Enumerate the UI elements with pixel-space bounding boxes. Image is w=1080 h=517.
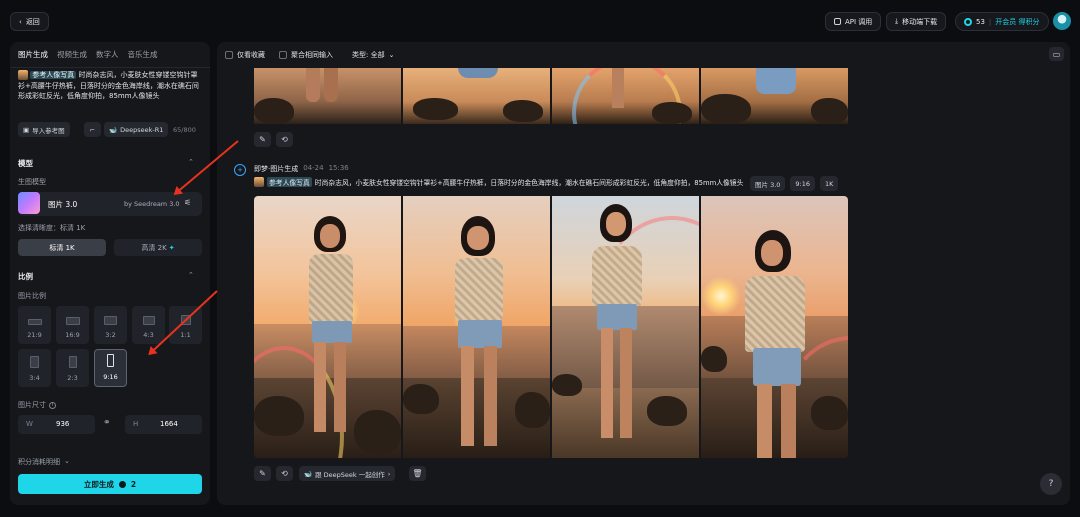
result-image[interactable] xyxy=(254,68,401,124)
ratio-section-title: 比例 xyxy=(18,272,33,281)
model-name: 图片 3.0 xyxy=(48,200,78,209)
char-counter: 65/800 xyxy=(173,126,196,134)
reference-tag: 参考人像写真 xyxy=(30,71,77,79)
model-section-title: 模型 xyxy=(18,159,33,168)
credit-coin-icon xyxy=(118,480,126,488)
sparkle-icon: ✦ xyxy=(168,243,175,252)
edit-icon[interactable]: ✎ xyxy=(254,132,271,147)
chevron-left-icon: ‹ xyxy=(19,17,22,26)
tab-image-generate[interactable]: 图片生成 xyxy=(18,49,48,60)
chevron-up-icon[interactable]: ⌃ xyxy=(188,158,194,166)
ratio-option-3-2[interactable]: 3:2 xyxy=(94,306,127,344)
ratio-3-2-icon xyxy=(104,316,117,325)
reference-thumbnail xyxy=(18,70,28,80)
ratio-option-21-9[interactable]: 21:9 xyxy=(18,306,51,344)
result-image[interactable] xyxy=(701,68,848,124)
api-button[interactable]: API 调用 xyxy=(825,12,882,31)
ratio-9-16-icon xyxy=(107,354,114,367)
record-tags: 图片 3.0 9:16 1K xyxy=(750,176,839,191)
clarity-standard-button[interactable]: 标清 1K xyxy=(18,239,106,256)
size-label: 图片尺寸 i xyxy=(18,400,56,410)
tab-video-generate[interactable]: 视频生成 xyxy=(57,49,87,60)
import-reference-button[interactable]: ▣ 导入参考图 xyxy=(18,122,70,137)
chevron-down-icon: ⌄ xyxy=(64,457,70,465)
ratio-4-3-icon xyxy=(142,316,155,325)
jimeng-logo-icon: + xyxy=(234,164,246,176)
results-panel: 仅看收藏 聚合相同输入 类型: 全部 ⌄ ▭ ✎ ⟲ + 即梦·图片生成 04-… xyxy=(217,42,1070,505)
checkbox[interactable] xyxy=(225,51,233,59)
regenerate-icon[interactable]: ⟲ xyxy=(276,466,293,481)
ratio-option-4-3[interactable]: 4:3 xyxy=(132,306,165,344)
ratio-option-3-4[interactable]: 3:4 xyxy=(18,349,51,387)
chevron-down-icon: ⌄ xyxy=(388,51,395,59)
record-meta: 即梦·图片生成 04-24 15:36 xyxy=(254,164,349,173)
ratio-subtitle: 图片比例 xyxy=(18,292,46,300)
model-provider: by Seedream 3.0 xyxy=(124,200,180,208)
clarity-label: 选择清晰度：标清 1K xyxy=(18,224,86,232)
resolution-tag: 1K xyxy=(820,176,839,191)
api-icon xyxy=(834,18,841,25)
ratio-option-1-1[interactable]: 1:1 xyxy=(169,306,202,344)
only-favorites-filter[interactable]: 仅看收藏 xyxy=(225,50,265,60)
left-panel: 图片生成 视频生成 数字人 音乐生成 参考人像写真 时尚杂志风，小麦肤女性穿镂空… xyxy=(10,42,210,505)
height-input[interactable]: H 1664 xyxy=(125,415,202,434)
result-image[interactable] xyxy=(552,68,699,124)
ratio-tag: 9:16 xyxy=(790,176,816,191)
deepseek-icon: 🐋 xyxy=(109,125,118,134)
edit-icon[interactable]: ✎ xyxy=(254,466,271,481)
link-icon[interactable]: ⚭ xyxy=(103,418,111,428)
deepseek-icon: 🐋 xyxy=(304,469,313,478)
ratio-3-4-icon xyxy=(30,356,39,368)
delete-icon[interactable]: 🗑 xyxy=(409,466,426,481)
tab-digital-human[interactable]: 数字人 xyxy=(96,49,119,60)
ratio-21-9-icon xyxy=(27,319,42,325)
style-button[interactable]: ⌐ xyxy=(84,122,101,137)
model-subtitle: 生图模型 xyxy=(18,178,46,186)
result-image[interactable] xyxy=(701,196,848,458)
model-tag: 图片 3.0 xyxy=(750,176,786,191)
back-button[interactable]: ‹ 返回 xyxy=(10,12,49,31)
checkbox[interactable] xyxy=(279,51,287,59)
result-image[interactable] xyxy=(552,196,699,458)
folder-icon[interactable]: ▭ xyxy=(1049,47,1064,61)
mobile-download-button[interactable]: ⤓ 移动端下载 xyxy=(886,12,947,31)
download-icon: ⤓ xyxy=(895,17,899,25)
type-filter-dropdown[interactable]: 类型: 全部 ⌄ xyxy=(352,50,394,60)
ratio-option-9-16[interactable]: 9:16 xyxy=(94,349,127,387)
deepseek-button[interactable]: 🐋 Deepseek-R1 xyxy=(104,122,169,137)
reference-thumbnail xyxy=(254,177,264,187)
previous-image-row xyxy=(254,68,848,124)
ratio-2-3-icon xyxy=(68,356,77,368)
deepseek-create-button[interactable]: 🐋 跟 DeepSeek 一起创作 › xyxy=(299,466,396,481)
style-icon: ⌐ xyxy=(89,125,96,134)
clarity-high-button[interactable]: 高清 2K ✦ xyxy=(114,239,202,256)
result-image[interactable] xyxy=(254,196,401,458)
result-image[interactable] xyxy=(403,68,550,124)
width-input[interactable]: W 936 xyxy=(18,415,95,434)
ratio-16-9-icon xyxy=(65,317,80,325)
ratio-option-2-3[interactable]: 2:3 xyxy=(56,349,89,387)
regenerate-icon[interactable]: ⟲ xyxy=(276,132,293,147)
chevron-right-icon: › xyxy=(387,469,391,478)
mode-tabs: 图片生成 视频生成 数字人 音乐生成 xyxy=(10,42,210,68)
aggregate-input-filter[interactable]: 聚合相同输入 xyxy=(279,50,333,60)
generate-button[interactable]: 立即生成 2 xyxy=(18,474,202,494)
settings-sliders-icon[interactable]: ⚟ xyxy=(184,198,191,207)
credits-icon xyxy=(964,17,972,26)
cost-detail-toggle[interactable]: 积分消耗明细 ⌄ xyxy=(18,457,70,467)
image-icon: ▣ xyxy=(23,125,30,134)
info-icon: i xyxy=(49,401,56,409)
help-button[interactable]: ? xyxy=(1040,473,1062,495)
ratio-option-16-9[interactable]: 16:9 xyxy=(56,306,89,344)
credits-button[interactable]: 53 | 开会员 得积分 xyxy=(955,12,1049,31)
avatar[interactable] xyxy=(1053,12,1071,30)
chevron-up-icon[interactable]: ⌃ xyxy=(188,271,194,279)
model-icon xyxy=(18,192,40,214)
result-image[interactable] xyxy=(403,196,550,458)
tab-music-generate[interactable]: 音乐生成 xyxy=(128,49,158,60)
